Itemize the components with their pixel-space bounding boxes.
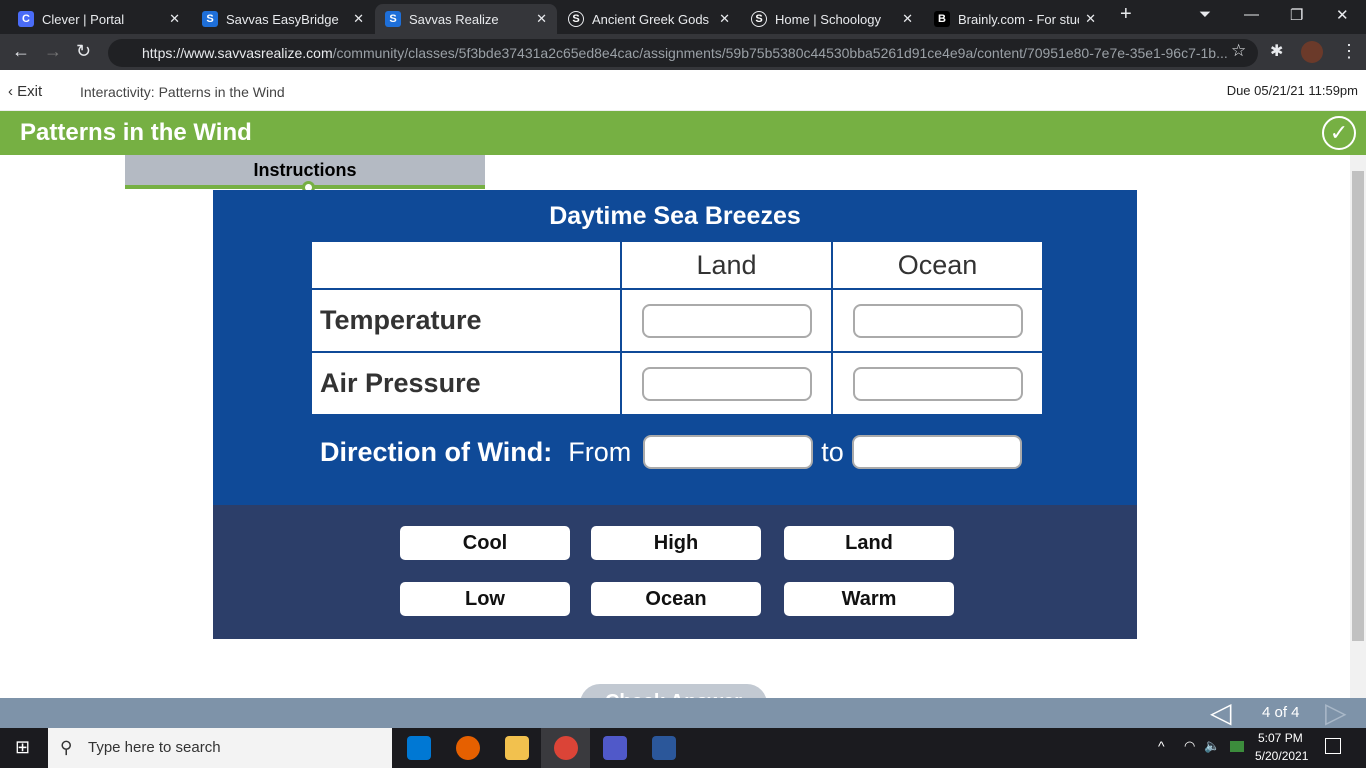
savvas-icon: S	[385, 11, 401, 27]
from-label: From	[568, 436, 632, 467]
word-icon[interactable]	[652, 736, 676, 760]
browser-tab-bar: C Clever | Portal ✕ S Savvas EasyBridge ✕ SS…	[0, 0, 1366, 34]
savvas-icon: S	[202, 11, 218, 27]
file-explorer-icon[interactable]	[505, 736, 529, 760]
pager-bar: ◁ 4 of 4 ▷	[0, 696, 1366, 729]
row-label: Air Pressure	[310, 351, 622, 416]
wind-from-dropzone[interactable]	[643, 435, 814, 469]
schoology-icon: S	[568, 11, 584, 27]
exit-button[interactable]: ‹ Exit	[8, 83, 42, 100]
check-answer-button[interactable]: Check Answer	[580, 684, 767, 698]
brainly-icon: B	[934, 11, 950, 27]
volume-icon[interactable]: 🔈	[1204, 738, 1220, 754]
tab-search-icon[interactable]: ⏷	[1199, 6, 1211, 23]
close-icon[interactable]: ✕	[353, 11, 364, 27]
close-icon[interactable]: ✕	[1085, 11, 1096, 27]
word-chip-low[interactable]: Low	[400, 582, 570, 616]
menu-icon[interactable]: ⋮	[1340, 41, 1358, 62]
close-window-button[interactable]: ✕	[1336, 6, 1349, 24]
title-bar: Patterns in the Wind ✓	[0, 111, 1366, 155]
breadcrumb: Interactivity: Patterns in the Wind	[80, 84, 285, 100]
word-chip-high[interactable]: High	[591, 526, 761, 560]
bookmark-star-icon[interactable]: ☆	[1231, 41, 1246, 61]
activity-panel: Daytime Sea Breezes Land Ocean Temperatur…	[213, 190, 1137, 505]
search-icon: ⚲	[60, 738, 73, 757]
word-chip-warm[interactable]: Warm	[784, 582, 954, 616]
new-tab-button[interactable]: +	[1120, 3, 1132, 26]
word-bank: Cool High Land Low Ocean Warm	[213, 505, 1137, 639]
windows-start-icon[interactable]: ⊞	[15, 737, 30, 758]
url-input[interactable]: https://www.savvasrealize.com/community/…	[108, 39, 1258, 67]
land-temperature-dropzone[interactable]	[641, 303, 812, 338]
scrollbar-thumb[interactable]	[1352, 171, 1364, 641]
tab-clever[interactable]: C Clever | Portal ✕	[8, 4, 190, 34]
forward-icon[interactable]: →	[44, 41, 62, 62]
word-chip-ocean[interactable]: Ocean	[591, 582, 761, 616]
tab-schoology[interactable]: S Home | Schoology ✕	[741, 4, 923, 34]
clever-icon: C	[18, 11, 34, 27]
clock-time[interactable]: 5:07 PM	[1258, 731, 1303, 745]
restore-button[interactable]: ❐	[1290, 6, 1303, 24]
activity-heading: Daytime Sea Breezes	[549, 202, 801, 230]
close-icon[interactable]: ✕	[169, 11, 180, 27]
ocean-pressure-dropzone[interactable]	[852, 366, 1023, 401]
row-label: Temperature	[310, 288, 622, 353]
schoology-icon: S	[751, 11, 767, 27]
to-label: to	[821, 436, 844, 467]
windows-taskbar: ⊞ ⚲ Type here to search ^ ◠ 🔈 5:07 PM 5/2…	[0, 728, 1366, 768]
next-page-icon[interactable]: ▷	[1325, 696, 1347, 729]
column-header: Ocean	[831, 240, 1044, 290]
teams-icon[interactable]	[603, 736, 627, 760]
assignment-header: ‹ Exit Interactivity: Patterns in the Wi…	[0, 70, 1366, 111]
column-header: Land	[620, 240, 833, 290]
close-icon[interactable]: ✕	[902, 11, 913, 27]
tab-greek-gods[interactable]: S Ancient Greek Gods Pr ✕	[558, 4, 740, 34]
wind-to-dropzone[interactable]	[851, 435, 1022, 469]
page-indicator: 4 of 4	[1262, 704, 1300, 721]
battery-icon[interactable]	[1230, 741, 1244, 752]
tray-chevron-icon[interactable]: ^	[1158, 738, 1165, 754]
taskbar-search[interactable]: ⚲ Type here to search	[48, 728, 392, 768]
wifi-icon[interactable]: ◠	[1184, 738, 1195, 754]
profile-avatar[interactable]	[1301, 41, 1323, 63]
word-chip-cool[interactable]: Cool	[400, 526, 570, 560]
land-pressure-dropzone[interactable]	[641, 366, 812, 401]
store-icon[interactable]	[407, 736, 431, 760]
previous-page-icon[interactable]: ◁	[1210, 696, 1232, 729]
reload-icon[interactable]: ↻	[76, 41, 91, 62]
answer-table: Land Ocean Temperature Air Pressure	[310, 240, 1044, 416]
direction-label: Direction of Wind:	[320, 436, 553, 467]
minimize-button[interactable]: —	[1244, 6, 1259, 23]
wind-direction-row: Direction of Wind: From to	[320, 435, 1022, 469]
close-icon[interactable]: ✕	[719, 11, 730, 27]
notifications-icon[interactable]	[1325, 738, 1341, 754]
clock-date[interactable]: 5/20/2021	[1255, 749, 1308, 763]
tab-realize[interactable]: S Savvas Realize ✕	[375, 4, 557, 34]
back-icon[interactable]: ←	[12, 41, 30, 62]
ocean-temperature-dropzone[interactable]	[852, 303, 1023, 338]
page-title: Patterns in the Wind	[20, 119, 252, 146]
extensions-icon[interactable]: ✱	[1270, 41, 1283, 61]
tab-easybridge[interactable]: S Savvas EasyBridge ✕	[192, 4, 374, 34]
tab-brainly[interactable]: B Brainly.com - For stud ✕	[924, 4, 1106, 34]
chrome-icon[interactable]	[554, 736, 578, 760]
firefox-icon[interactable]	[456, 736, 480, 760]
complete-check-icon[interactable]: ✓	[1322, 116, 1356, 150]
scrollbar[interactable]	[1350, 155, 1366, 698]
due-date: Due 05/21/21 11:59pm	[1226, 83, 1358, 98]
word-chip-land[interactable]: Land	[784, 526, 954, 560]
close-icon[interactable]: ✕	[536, 11, 547, 27]
